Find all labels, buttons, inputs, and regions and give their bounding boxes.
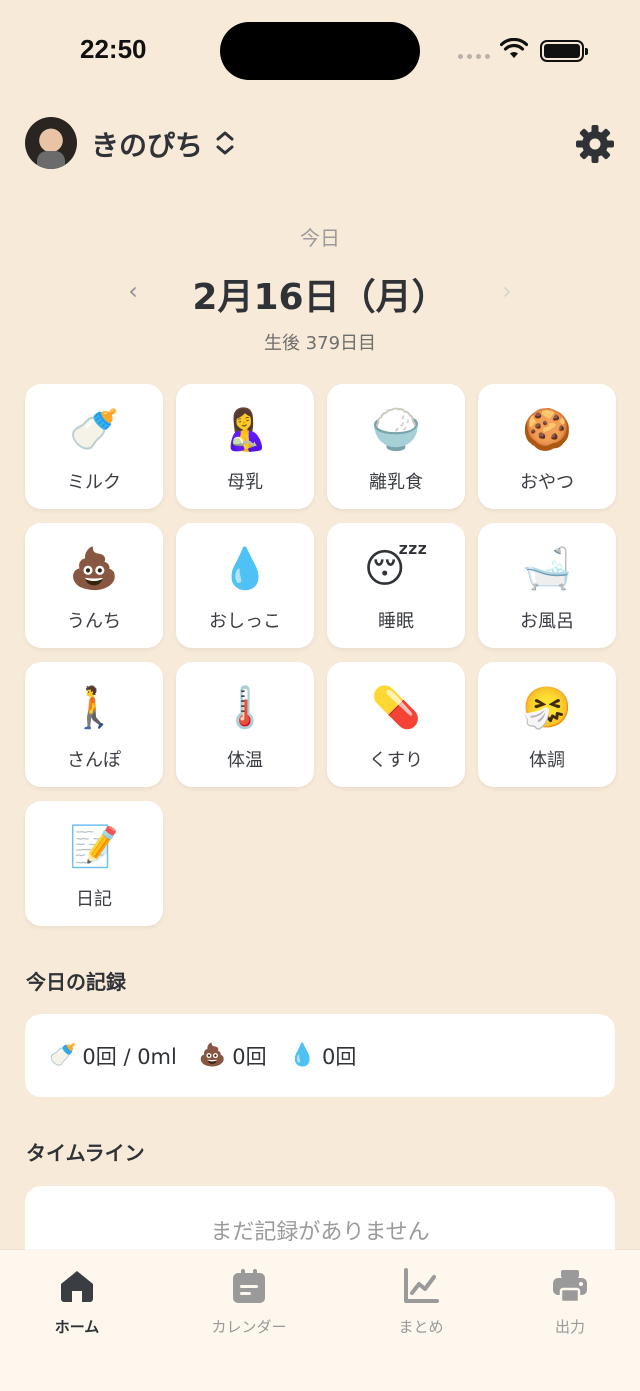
activity-tile-temperature[interactable]: 🌡️ 体温 — [176, 662, 314, 787]
chevron-up-down-icon[interactable] — [215, 130, 235, 156]
milk-summary-value: 0回 / 0ml — [82, 1044, 177, 1069]
activity-tile-snack[interactable]: 🍪 おやつ — [478, 384, 616, 509]
walking-person-icon: 🚶 — [69, 685, 119, 731]
profile-name[interactable]: きのぴち — [91, 124, 203, 164]
sleeping-face-icon: 😴 — [363, 546, 429, 592]
activity-label: お風呂 — [520, 611, 574, 632]
header: きのぴち — [25, 116, 615, 170]
rice-bowl-icon: 🍚 — [371, 407, 421, 453]
bottom-navigation: ホーム カレンダー まとめ 出力 — [0, 1250, 640, 1391]
nav-tab-summary[interactable]: まとめ — [366, 1268, 476, 1337]
wifi-icon — [500, 38, 528, 58]
nav-tab-home[interactable]: ホーム — [22, 1268, 132, 1337]
nav-tab-calendar[interactable]: カレンダー — [194, 1268, 304, 1337]
activity-tile-sleep[interactable]: 😴 睡眠 — [327, 523, 465, 648]
activity-tile-breastfeeding[interactable]: 🤱 母乳 — [176, 384, 314, 509]
baby-bottle-icon: 🍼 — [69, 407, 119, 453]
records-title: 今日の記録 — [26, 970, 126, 994]
activity-label: おやつ — [520, 472, 574, 493]
activity-tile-bath[interactable]: 🛁 お風呂 — [478, 523, 616, 648]
next-day-button[interactable]: › — [492, 276, 522, 306]
pee-summary-value: 0回 — [322, 1044, 357, 1069]
activity-label: 日記 — [76, 889, 112, 910]
breastfeeding-icon: 🤱 — [220, 407, 270, 453]
pill-icon: 💊 — [371, 685, 421, 731]
calendar-icon — [233, 1269, 265, 1303]
sneezing-face-icon: 🤧 — [522, 685, 572, 731]
activity-grid: 🍼 ミルク 🤱 母乳 🍚 離乳食 🍪 おやつ 💩 うんち 💧 おしっこ 😴 睡眠… — [25, 384, 616, 926]
status-time: 22:50 — [80, 34, 147, 64]
activity-label: おしっこ — [209, 611, 281, 632]
activity-label: ミルク — [67, 472, 121, 493]
date-title: 2月16日（月） — [192, 277, 448, 318]
thermometer-icon: 🌡️ — [220, 685, 270, 731]
activity-label: 体調 — [529, 750, 565, 771]
age-label: 生後 379日目 — [263, 333, 377, 354]
records-summary-card: 🍼 0回 / 0ml 💩 0回 💧 0回 — [25, 1014, 615, 1097]
nav-label: 出力 — [554, 1318, 585, 1336]
nav-label: ホーム — [54, 1318, 100, 1336]
date-navigator: ‹ 2月16日（月） › — [0, 264, 640, 318]
activity-label: うんち — [67, 611, 121, 632]
poop-icon: 💩 — [198, 1043, 227, 1068]
timeline-empty-message: まだ記録がありません — [210, 1220, 430, 1245]
poop-summary-value: 0回 — [232, 1044, 267, 1069]
bathtub-icon: 🛁 — [522, 546, 572, 592]
activity-label: 睡眠 — [378, 611, 414, 632]
cellular-signal-icon — [458, 54, 490, 59]
activity-tile-milk[interactable]: 🍼 ミルク — [25, 384, 163, 509]
activity-label: 離乳食 — [369, 472, 423, 493]
milk-summary: 🍼 0回 / 0ml — [49, 1041, 177, 1071]
activity-tile-walk[interactable]: 🚶 さんぽ — [25, 662, 163, 787]
chart-icon — [404, 1268, 439, 1303]
activity-tile-poop[interactable]: 💩 うんち — [25, 523, 163, 648]
cookie-icon: 🍪 — [522, 407, 572, 453]
printer-icon — [553, 1270, 587, 1304]
memo-icon: 📝 — [69, 824, 119, 870]
activity-tile-baby-food[interactable]: 🍚 離乳食 — [327, 384, 465, 509]
pee-summary: 💧 0回 — [289, 1041, 357, 1071]
activity-tile-pee[interactable]: 💧 おしっこ — [176, 523, 314, 648]
avatar[interactable] — [25, 117, 77, 169]
activity-label: 体温 — [227, 750, 263, 771]
activity-label: くすり — [369, 750, 423, 771]
droplet-icon: 💧 — [288, 1043, 317, 1068]
droplet-icon: 💧 — [220, 546, 270, 592]
poop-icon: 💩 — [69, 546, 119, 592]
gear-icon[interactable] — [575, 124, 615, 164]
today-label: 今日 — [300, 226, 340, 250]
activity-tile-condition[interactable]: 🤧 体調 — [478, 662, 616, 787]
activity-tile-diary[interactable]: 📝 日記 — [25, 801, 163, 926]
home-icon — [61, 1271, 93, 1302]
nav-label: カレンダー — [211, 1318, 287, 1336]
activity-tile-medicine[interactable]: 💊 くすり — [327, 662, 465, 787]
nav-label: まとめ — [398, 1318, 444, 1336]
activity-label: さんぽ — [67, 750, 121, 771]
timeline-title: タイムライン — [26, 1141, 145, 1165]
baby-bottle-icon: 🍼 — [49, 1043, 77, 1068]
dynamic-island — [220, 22, 420, 80]
nav-tab-export[interactable]: 出力 — [515, 1268, 625, 1337]
activity-label: 母乳 — [227, 472, 263, 493]
status-bar: 22:50 — [0, 0, 640, 100]
poop-summary: 💩 0回 — [199, 1041, 267, 1071]
battery-icon — [540, 40, 588, 62]
